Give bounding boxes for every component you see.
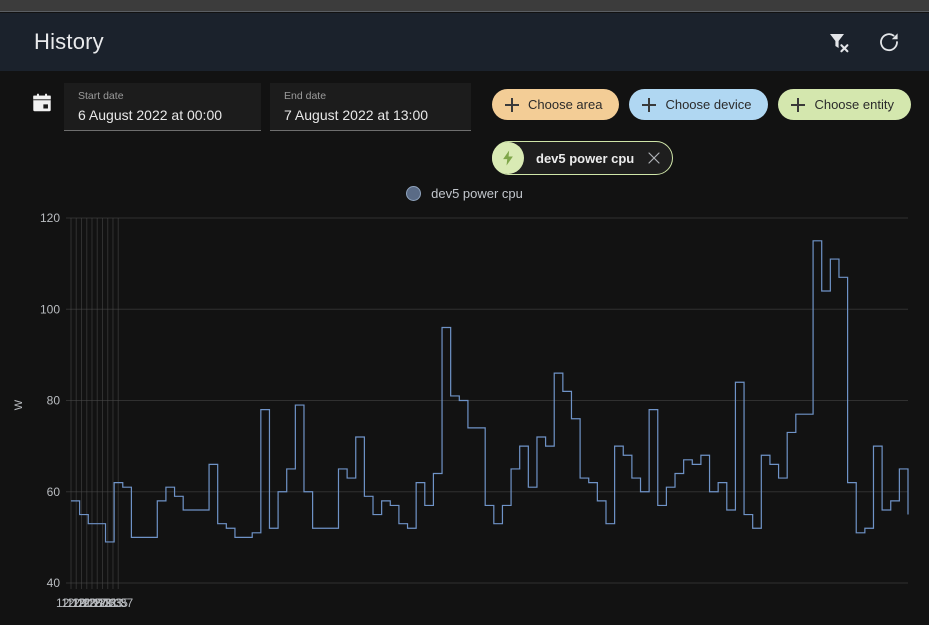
- chart-canvas[interactable]: 40 60 80 100 120 12:1912:2112:2312:2512:2712…: [0, 205, 929, 625]
- end-date-field[interactable]: End date 7 August 2022 at 13:00: [270, 83, 471, 131]
- y-tick-label: 80: [47, 394, 61, 408]
- selected-entities: dev5 power cpu: [492, 141, 674, 175]
- chart-legend: dev5 power cpu: [0, 186, 929, 201]
- start-date-field[interactable]: Start date 6 August 2022 at 00:00: [64, 83, 261, 131]
- entity-chip-dev5-power-cpu[interactable]: dev5 power cpu: [492, 141, 674, 175]
- os-title-strip: [0, 0, 929, 12]
- plus-icon: [505, 97, 519, 112]
- y-axis-tick-labels: 40 60 80 100 120: [40, 211, 60, 590]
- end-date-value: 7 August 2022 at 13:00: [284, 107, 429, 123]
- y-tick-label: 60: [47, 485, 61, 499]
- plus-icon: [642, 97, 657, 112]
- entity-chip-label: dev5 power cpu: [536, 150, 635, 166]
- y-axis-title: W: [13, 399, 25, 410]
- x-axis-tick-labels: 12:1912:2112:2312:2512:2712:2912:3112:33…: [56, 596, 134, 610]
- app-header: History: [0, 13, 929, 71]
- choose-entity-button[interactable]: Choose entity: [778, 89, 911, 120]
- choose-device-label: Choose device: [665, 97, 752, 112]
- choose-entity-label: Choose entity: [814, 97, 894, 112]
- choose-chips: Choose area Choose device Choose entity: [492, 89, 911, 120]
- lightning-bolt-icon: [492, 142, 524, 174]
- legend-swatch[interactable]: [406, 186, 422, 201]
- choose-area-button[interactable]: Choose area: [492, 89, 620, 120]
- calendar-icon: [31, 92, 53, 114]
- start-date-value: 6 August 2022 at 00:00: [78, 107, 223, 123]
- x-grid-lines: [70, 218, 119, 589]
- start-date-label: Start date: [78, 90, 124, 102]
- filter-bar: Start date 6 August 2022 at 00:00 End da…: [0, 71, 929, 181]
- y-tick-label: 100: [40, 302, 60, 316]
- plus-icon: [791, 97, 806, 112]
- history-page: History Start date 6 August 2022 at 00:0…: [0, 0, 929, 625]
- y-tick-label: 40: [47, 576, 61, 590]
- header-actions: [827, 30, 901, 54]
- choose-area-label: Choose area: [528, 97, 603, 112]
- end-date-label: End date: [284, 90, 327, 102]
- legend-label[interactable]: dev5 power cpu: [431, 186, 523, 201]
- page-title: History: [34, 29, 104, 54]
- clear-filter-icon[interactable]: [827, 30, 851, 54]
- close-icon[interactable]: [647, 151, 661, 165]
- x-tick-label: 12:37: [103, 596, 133, 610]
- history-chart[interactable]: 40 60 80 100 120 12:19 12:21 12:23 12:25 12:27 12…: [0, 205, 929, 625]
- choose-device-button[interactable]: Choose device: [629, 89, 769, 120]
- y-grid-lines: [66, 217, 908, 584]
- y-tick-label: 120: [40, 211, 60, 225]
- refresh-icon[interactable]: [877, 30, 901, 54]
- series-line-dev5-power-cpu: [71, 240, 909, 543]
